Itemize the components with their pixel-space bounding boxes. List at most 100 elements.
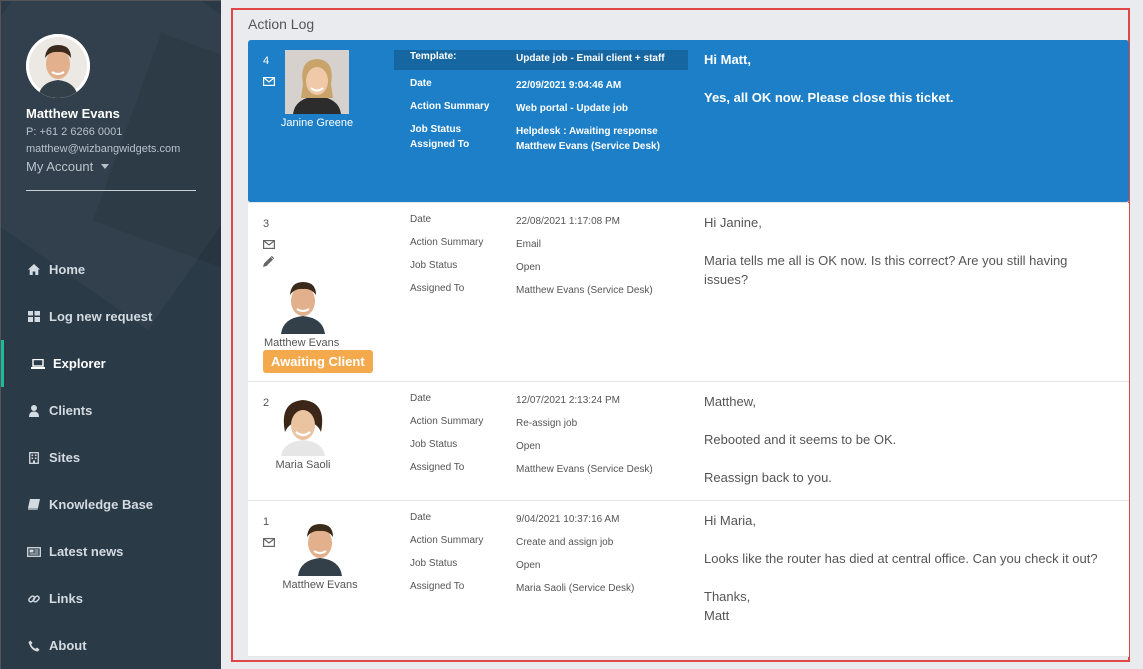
date-label: Date bbox=[410, 78, 432, 89]
status-badge: Awaiting Client bbox=[263, 350, 373, 373]
job-status-label: Job Status bbox=[410, 260, 458, 271]
phone-icon bbox=[27, 640, 41, 652]
sidebar-item-label: Clients bbox=[49, 403, 93, 418]
user-icon bbox=[27, 404, 41, 417]
action-summary-label: Action Summary bbox=[410, 535, 484, 546]
action-summary-label: Action Summary bbox=[410, 237, 484, 248]
job-status-label: Job Status bbox=[410, 558, 458, 569]
log-entry[interactable]: 3 Matthew Evans Awaiting Client Date 22/0… bbox=[248, 203, 1129, 382]
entry-metadata: Date 9/04/2021 10:37:16 AM Action Summary… bbox=[394, 512, 688, 596]
sidebar-item-sites[interactable]: Sites bbox=[1, 434, 221, 481]
author-name: Matthew Evans bbox=[264, 337, 340, 349]
user-name: Matthew Evans bbox=[26, 106, 120, 121]
log-entry[interactable]: 4 Janine Greene Template: Update job - Em… bbox=[248, 40, 1129, 203]
job-status-label: Job Status bbox=[410, 439, 458, 450]
author-photo bbox=[285, 50, 349, 114]
action-summary-value: Re-assign job bbox=[516, 418, 578, 429]
action-summary-label: Action Summary bbox=[410, 101, 490, 112]
message-line: Maria tells me all is OK now. Is this co… bbox=[704, 253, 1068, 287]
job-status-value: Open bbox=[516, 262, 541, 273]
sidebar-item-log-new-request[interactable]: Log new request bbox=[1, 293, 221, 340]
sidebar: Matthew Evans P: +61 2 6266 0001 matthew… bbox=[0, 0, 221, 669]
author-name: Matthew Evans bbox=[282, 579, 358, 591]
job-status-value: Open bbox=[516, 560, 541, 571]
assigned-to-value: Matthew Evans (Service Desk) bbox=[516, 285, 653, 296]
my-account-dropdown[interactable]: My Account bbox=[26, 159, 201, 174]
entry-number: 4 bbox=[263, 55, 270, 67]
entry-message: Hi Janine, Maria tells me all is OK now.… bbox=[704, 213, 1114, 308]
entry-metadata: Date 12/07/2021 2:13:24 PM Action Summary… bbox=[394, 393, 688, 477]
job-status-value: Open bbox=[516, 441, 541, 452]
user-phone: P: +61 2 6266 0001 bbox=[26, 126, 123, 138]
job-status-label: Job Status bbox=[410, 124, 462, 135]
entry-metadata: Template: Update job - Email client + sta… bbox=[394, 50, 688, 154]
log-entry[interactable]: 2 Maria Saoli Date 12/07/2021 2:13:24 PM … bbox=[248, 382, 1129, 501]
user-email: matthew@wizbangwidgets.com bbox=[26, 143, 181, 155]
entry-number: 3 bbox=[263, 218, 270, 230]
action-log-panel: Action Log 4 Janine Greene Template: Upda… bbox=[231, 8, 1130, 662]
message-line: Hi Maria, bbox=[704, 513, 757, 528]
user-profile: Matthew Evans P: +61 2 6266 0001 matthew… bbox=[26, 34, 201, 191]
message-line: Yes, all OK now. Please close this ticke… bbox=[704, 90, 954, 105]
log-entry[interactable]: 1 Matthew Evans Date 9/04/2021 10:37:16 A… bbox=[248, 501, 1129, 657]
date-value: 22/09/2021 9:04:46 AM bbox=[516, 80, 622, 91]
divider bbox=[26, 190, 196, 191]
assigned-to-value: Maria Saoli (Service Desk) bbox=[516, 583, 635, 594]
date-label: Date bbox=[410, 214, 432, 225]
entry-author: Matthew Evans bbox=[279, 512, 361, 591]
action-summary-value: Email bbox=[516, 239, 542, 250]
date-label: Date bbox=[410, 393, 432, 404]
date-value: 12/07/2021 2:13:24 PM bbox=[516, 395, 620, 406]
assigned-to-value: Matthew Evans (Service Desk) bbox=[516, 141, 660, 152]
assigned-to-value: Matthew Evans (Service Desk) bbox=[516, 464, 653, 475]
assigned-to-label: Assigned To bbox=[410, 283, 465, 294]
sidebar-item-label: About bbox=[49, 638, 87, 653]
entry-message: Hi Maria, Looks like the router has died… bbox=[704, 511, 1114, 625]
action-log-list: 4 Janine Greene Template: Update job - Em… bbox=[248, 40, 1129, 657]
sidebar-item-clients[interactable]: Clients bbox=[1, 387, 221, 434]
message-line: Matt bbox=[704, 608, 730, 623]
sidebar-item-latest-news[interactable]: Latest news bbox=[1, 528, 221, 575]
message-line: Thanks, bbox=[704, 589, 751, 604]
sidebar-item-label: Links bbox=[49, 591, 83, 606]
sidebar-nav: Home Log new request Explorer Clients Si… bbox=[1, 246, 221, 669]
page-title: Action Log bbox=[248, 16, 315, 32]
author-photo bbox=[271, 270, 335, 334]
grid-icon bbox=[27, 311, 41, 322]
user-avatar[interactable] bbox=[26, 34, 90, 98]
email-icon bbox=[263, 236, 276, 254]
date-value: 9/04/2021 10:37:16 AM bbox=[516, 514, 620, 525]
assigned-to-label: Assigned To bbox=[410, 462, 465, 473]
entry-author: Matthew Evans bbox=[263, 270, 343, 349]
message-line: Hi Matt, bbox=[704, 52, 751, 67]
sidebar-item-label: Latest news bbox=[49, 544, 124, 559]
entry-number: 1 bbox=[263, 516, 270, 528]
author-photo bbox=[288, 512, 352, 576]
message-line: Matthew, bbox=[704, 394, 757, 409]
sidebar-item-label: Log new request bbox=[49, 309, 153, 324]
email-icon bbox=[263, 534, 276, 552]
sidebar-item-label: Sites bbox=[49, 450, 81, 465]
assigned-to-label: Assigned To bbox=[410, 581, 465, 592]
sidebar-item-label: Home bbox=[49, 262, 86, 277]
entry-metadata: Date 22/08/2021 1:17:08 PM Action Summary… bbox=[394, 214, 688, 298]
message-line: Looks like the router has died at centra… bbox=[704, 551, 1098, 566]
message-line: Reassign back to you. bbox=[704, 470, 832, 485]
building-icon bbox=[27, 451, 41, 464]
sidebar-item-knowledge-base[interactable]: Knowledge Base bbox=[1, 481, 221, 528]
caret-down-icon bbox=[101, 164, 110, 169]
sidebar-item-label: Knowledge Base bbox=[49, 497, 154, 512]
sidebar-item-home[interactable]: Home bbox=[1, 246, 221, 293]
author-photo bbox=[271, 392, 335, 456]
my-account-label: My Account bbox=[26, 159, 94, 174]
sidebar-item-links[interactable]: Links bbox=[1, 575, 221, 622]
sidebar-item-explorer[interactable]: Explorer bbox=[1, 340, 221, 387]
template-label: Template: bbox=[410, 51, 457, 62]
link-icon bbox=[27, 593, 41, 605]
entry-message: Matthew, Rebooted and it seems to be OK.… bbox=[704, 392, 1114, 487]
action-summary-label: Action Summary bbox=[410, 416, 484, 427]
action-summary-value: Create and assign job bbox=[516, 537, 614, 548]
sidebar-item-about[interactable]: About bbox=[1, 622, 221, 669]
main-content: Action Log 4 Janine Greene Template: Upda… bbox=[221, 0, 1143, 669]
sidebar-item-label: Explorer bbox=[53, 356, 106, 371]
